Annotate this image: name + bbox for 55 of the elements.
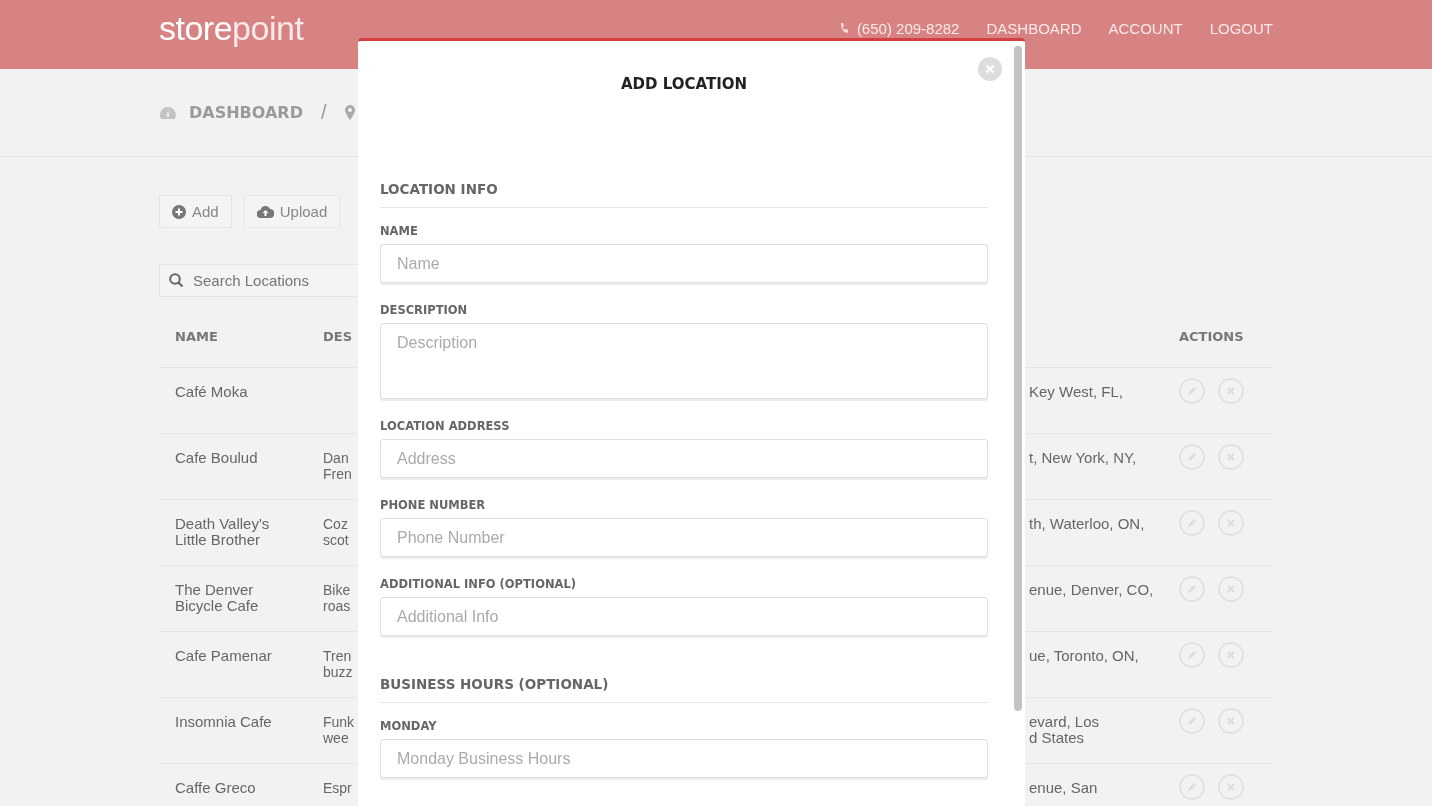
- table-cell: th, Waterloo, ON,: [1029, 515, 1145, 532]
- input-field[interactable]: Name: [380, 244, 988, 283]
- table-cell: Café Moka: [175, 383, 248, 400]
- table-cell: Espr: [323, 780, 352, 796]
- table-cell: Funk wee: [323, 714, 355, 746]
- field-label: DESCRIPTION: [380, 303, 469, 317]
- table-cell: The Denver Bicycle Cafe: [175, 581, 259, 614]
- table-cell: Dan Fren: [323, 450, 352, 482]
- field-label: PHONE NUMBER: [380, 498, 487, 512]
- column-header: ACTIONS: [1179, 329, 1245, 345]
- table-cell: Cafe Boulud: [175, 449, 258, 466]
- section-heading: LOCATION INFO: [380, 169, 988, 208]
- close-icon[interactable]: [978, 57, 1002, 81]
- table-cell: enue, Denver, CO,: [1029, 581, 1154, 598]
- table-cell: Bike roas: [323, 582, 351, 614]
- table-cell: Tren buzz: [323, 648, 353, 680]
- input-field[interactable]: Address: [380, 439, 988, 478]
- phone-icon: [839, 22, 848, 34]
- search-field[interactable]: Search Locations: [159, 264, 359, 297]
- table-cell: Insomnia Cafe: [175, 713, 272, 730]
- field-label: ADDITIONAL INFO (OPTIONAL): [380, 577, 578, 591]
- nav-link[interactable]: LOGOUT: [1209, 19, 1273, 37]
- logo[interactable]: storepoint: [159, 8, 304, 48]
- field-label: MONDAY: [380, 719, 438, 733]
- input-field[interactable]: Phone Number: [380, 518, 988, 557]
- add-button[interactable]: Add: [159, 195, 232, 228]
- input-field[interactable]: Additional Info: [380, 597, 988, 636]
- cloud-upload-icon: [256, 205, 274, 218]
- breadcrumb-separator: /: [320, 101, 327, 124]
- table-cell: Key West, FL,: [1029, 383, 1123, 400]
- upload-button[interactable]: Upload: [243, 195, 341, 228]
- input-field[interactable]: Monday Business Hours: [380, 739, 988, 778]
- table-cell: enue, San: [1029, 779, 1098, 796]
- table-cell: Coz scot: [323, 516, 349, 548]
- table-cell: Caffe Greco: [175, 779, 256, 796]
- scrollbar[interactable]: [1014, 46, 1022, 711]
- location-pin-icon: [344, 105, 355, 120]
- breadcrumb-link[interactable]: DASHBOARD: [189, 103, 303, 122]
- plus-circle-icon: [172, 204, 186, 219]
- nav-link[interactable]: ACCOUNT: [1108, 19, 1183, 37]
- column-header: NAME: [174, 329, 219, 345]
- dialog-title: ADD LOCATION: [619, 74, 749, 93]
- phone-number: (650) 209-8282: [856, 19, 960, 37]
- dashboard-icon: [159, 105, 177, 120]
- table-cell: Cafe Pamenar: [175, 647, 272, 664]
- table-cell: t, New York, NY,: [1029, 449, 1137, 466]
- column-header: DES: [323, 329, 354, 345]
- table-cell: evard, Los d States: [1029, 713, 1100, 746]
- table-cell: ue, Toronto, ON,: [1029, 647, 1139, 664]
- section-heading: BUSINESS HOURS (OPTIONAL): [380, 664, 988, 703]
- field-label: NAME: [380, 224, 419, 238]
- field-label: LOCATION ADDRESS: [380, 419, 511, 433]
- table-cell: Death Valley's Little Brother: [175, 515, 270, 548]
- nav-link[interactable]: DASHBOARD: [986, 19, 1082, 37]
- description-field[interactable]: Description: [380, 323, 988, 399]
